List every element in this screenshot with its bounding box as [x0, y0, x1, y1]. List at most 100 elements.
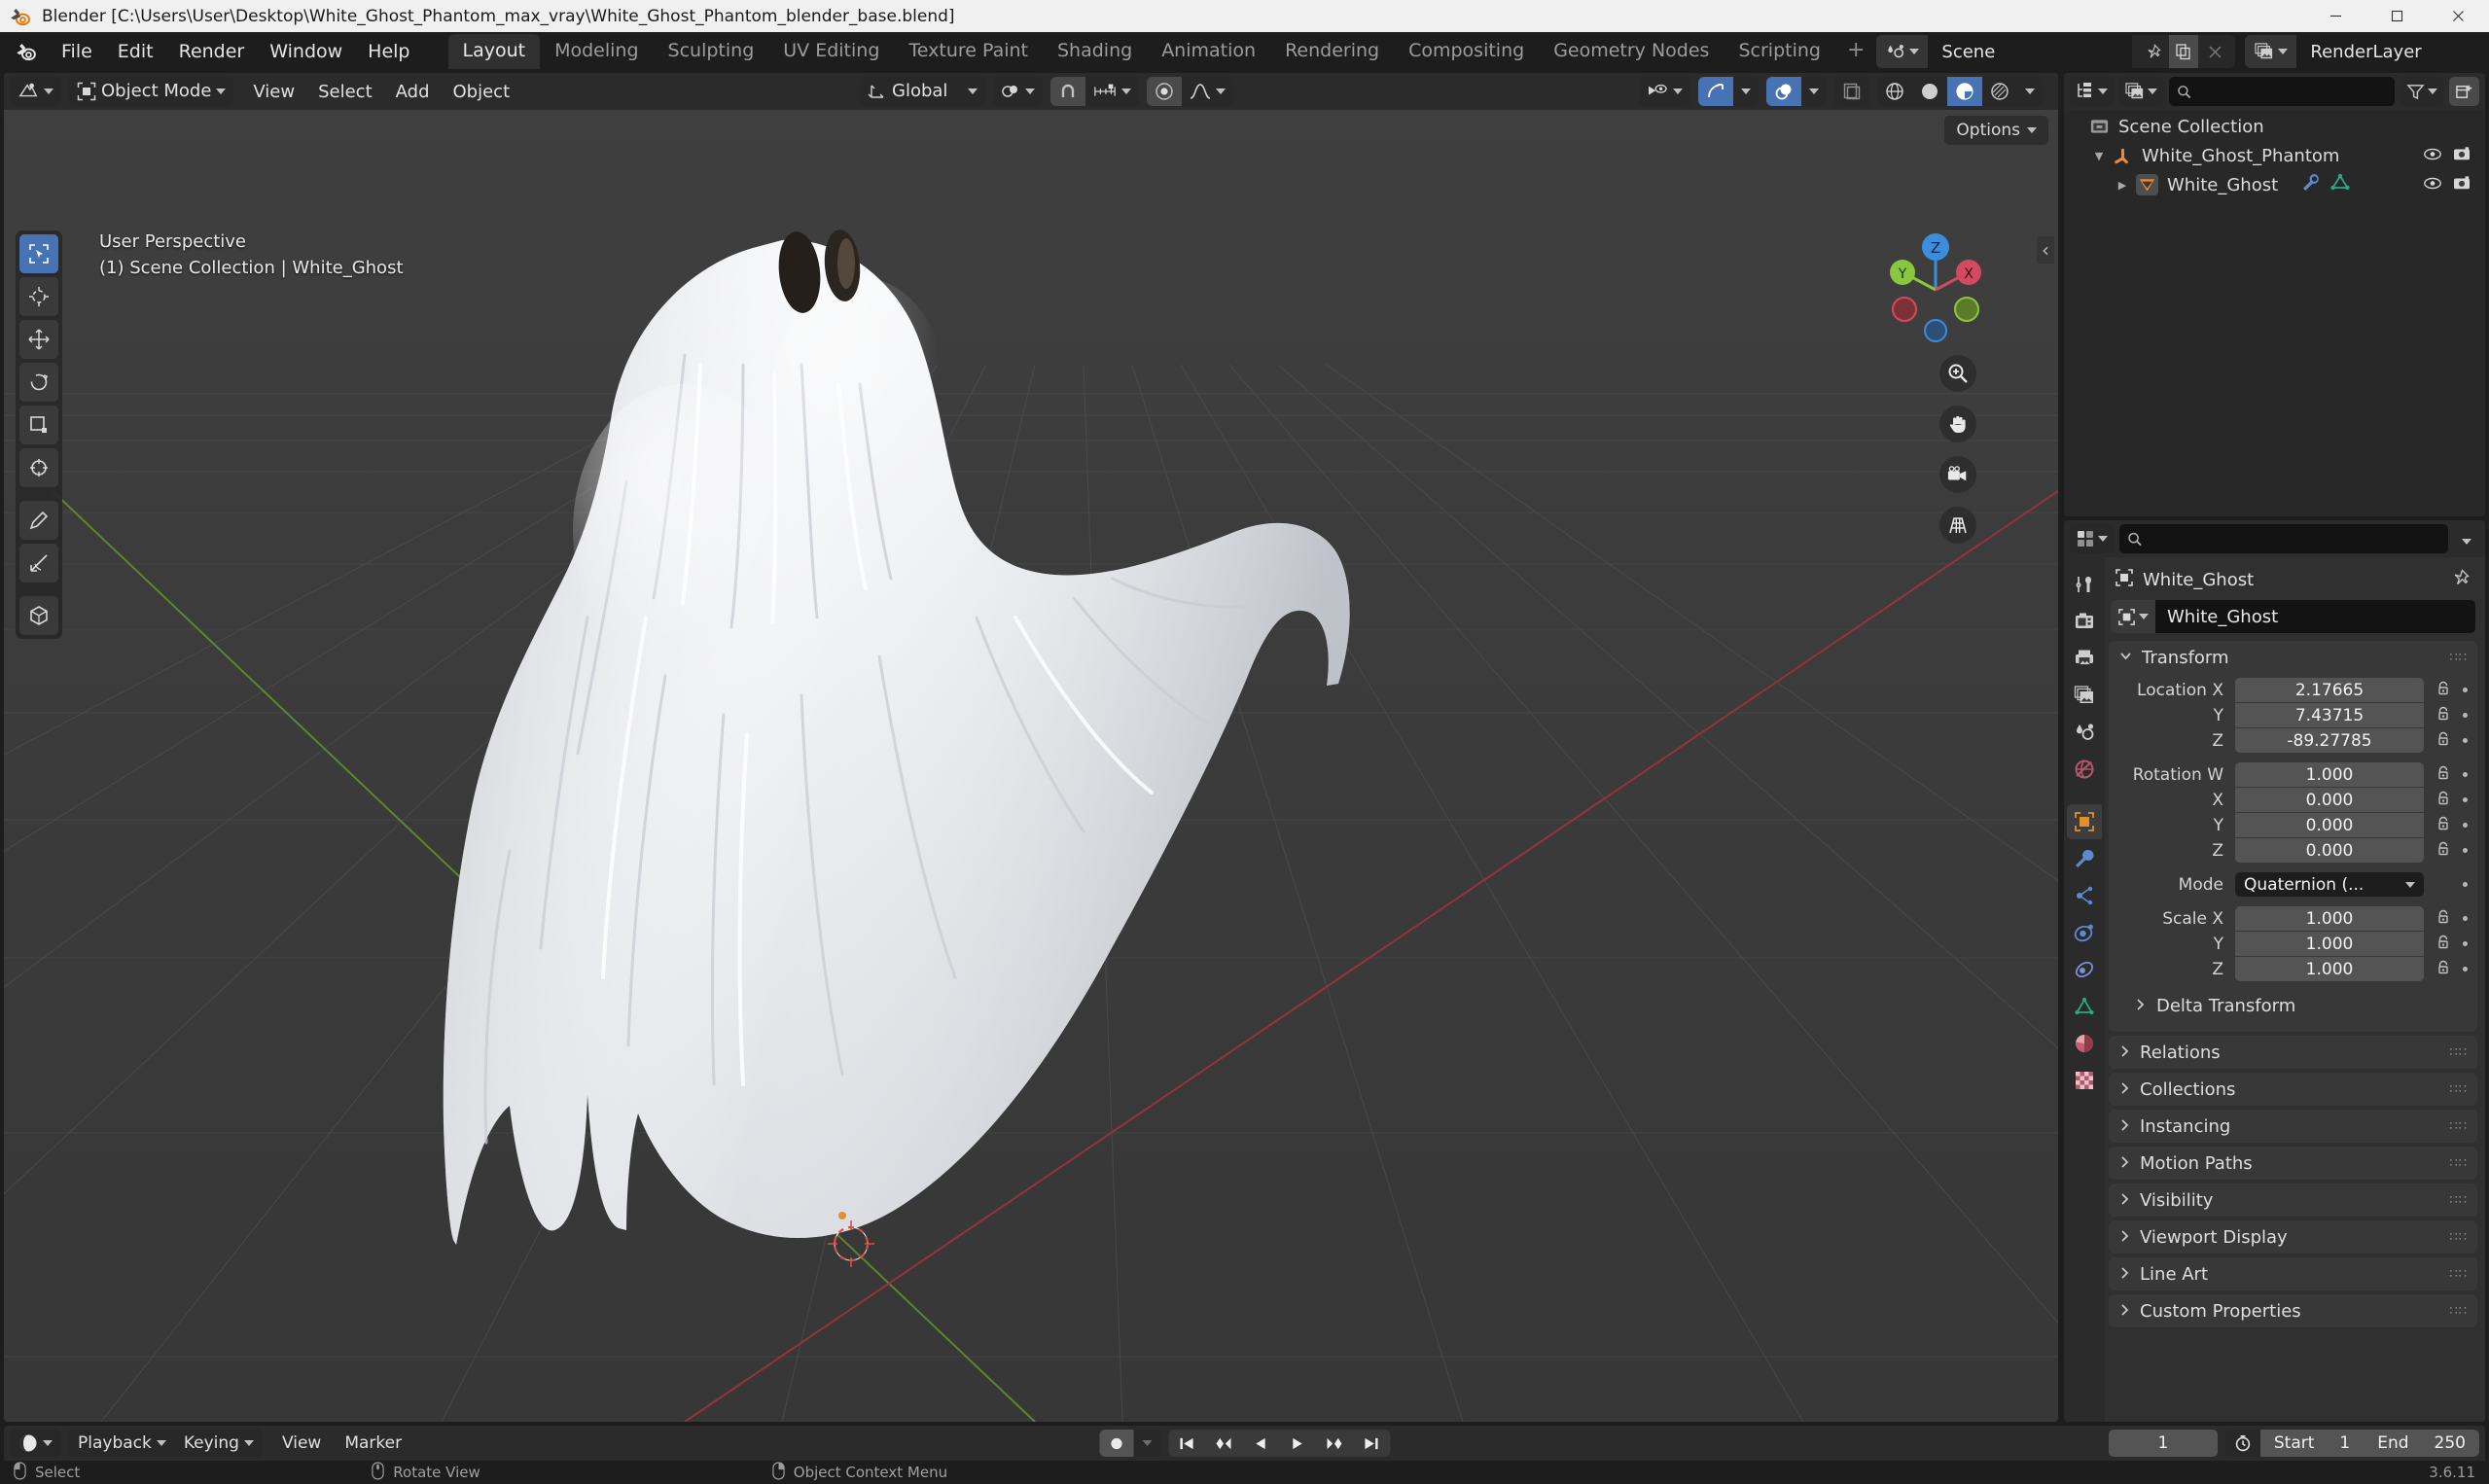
visibility-selector[interactable]: [1639, 77, 1690, 106]
minimize-button[interactable]: [2305, 0, 2366, 32]
disclosure-triangle-right-icon[interactable]: ▶: [2115, 179, 2130, 192]
outliner-row-scene-collection[interactable]: Scene Collection: [2064, 112, 2485, 141]
menu-help[interactable]: Help: [355, 38, 422, 66]
camera-render-visibility-icon[interactable]: [2452, 175, 2471, 195]
pan-hand-icon[interactable]: [1939, 406, 1976, 442]
panel-grip-icon[interactable]: ∷∷: [2449, 1045, 2468, 1060]
transform-panel-header[interactable]: Transform ∷∷: [2109, 641, 2477, 674]
scene-browse-icon[interactable]: [1876, 35, 1929, 68]
camera-view-icon[interactable]: [1939, 456, 1976, 493]
options-button[interactable]: Options: [1944, 116, 2048, 145]
xray-toggle-group[interactable]: [1834, 77, 1869, 106]
location-y-row[interactable]: Y 7.43715: [2118, 703, 2468, 727]
motion-paths-panel[interactable]: Motion Paths ∷∷: [2109, 1147, 2477, 1180]
particles-tab[interactable]: [2067, 878, 2102, 913]
view-layer-selector[interactable]: RenderLayer: [2245, 35, 2489, 68]
jump-to-start-icon[interactable]: [1168, 1430, 1205, 1457]
object-mode-button[interactable]: Object Mode: [69, 77, 233, 106]
overlay-toggle-group[interactable]: [1766, 77, 1827, 106]
sidebar-collapse-arrow-icon[interactable]: ‹: [2037, 236, 2054, 264]
chevron-right-icon[interactable]: [2118, 1117, 2131, 1136]
modifier-wrench-icon[interactable]: [2301, 173, 2321, 196]
editor-type-selector[interactable]: [10, 77, 61, 106]
tool-move[interactable]: [19, 320, 58, 359]
frame-end-field[interactable]: End 250: [2364, 1430, 2479, 1457]
outliner-display-mode-icon[interactable]: [2119, 77, 2163, 106]
visibility-panel[interactable]: Visibility ∷∷: [2109, 1184, 2477, 1217]
location-y-value[interactable]: 7.43715: [2235, 703, 2424, 727]
lock-scale-x-icon[interactable]: [2436, 909, 2451, 929]
scale-z-row[interactable]: Z 1.000: [2118, 957, 2468, 981]
lock-scale-z-icon[interactable]: [2436, 960, 2451, 979]
viewport-menu-object[interactable]: Object: [442, 77, 522, 107]
use-preview-range-icon[interactable]: [2225, 1430, 2260, 1457]
rotation-x-row[interactable]: X 0.000: [2118, 788, 2468, 812]
scale-x-row[interactable]: Scale X 1.000: [2118, 906, 2468, 931]
outliner-editor-type-icon[interactable]: [2070, 77, 2114, 106]
chevron-down-icon[interactable]: [2118, 649, 2133, 667]
animate-rotation-z-dot[interactable]: [2463, 848, 2468, 853]
rotation-y-row[interactable]: Y 0.000: [2118, 813, 2468, 837]
rotation-mode-dropdown[interactable]: Quaternion (...: [2235, 872, 2424, 897]
playback-menu[interactable]: Playback: [69, 1430, 175, 1457]
world-tab[interactable]: [2067, 752, 2102, 787]
disclosure-triangle-down-icon[interactable]: ▼: [2091, 150, 2107, 162]
animate-rotation-x-dot[interactable]: [2463, 797, 2468, 802]
animate-location-x-dot[interactable]: [2463, 688, 2468, 692]
lock-rotation-x-icon[interactable]: [2436, 791, 2451, 810]
tool-add-cube[interactable]: [19, 596, 58, 635]
scale-x-value[interactable]: 1.000: [2235, 906, 2424, 931]
rotation-x-value[interactable]: 0.000: [2235, 788, 2424, 812]
timeline-editor-type-icon[interactable]: [10, 1430, 61, 1457]
snap-magnet-icon[interactable]: [1050, 77, 1086, 106]
material-preview-shading-icon[interactable]: [1947, 77, 1982, 106]
viewport-menu-view[interactable]: View: [241, 77, 306, 107]
outliner-row-white-ghost[interactable]: ▶ White_Ghost: [2064, 170, 2485, 199]
object-name-field[interactable]: White_Ghost: [2111, 600, 2475, 633]
mesh-data-icon[interactable]: [2330, 173, 2350, 196]
lock-location-x-icon[interactable]: [2436, 681, 2451, 700]
physics-tab[interactable]: [2067, 915, 2102, 950]
properties-search-box[interactable]: [2119, 524, 2448, 553]
animate-location-y-dot[interactable]: [2463, 713, 2468, 718]
output-tab[interactable]: [2067, 641, 2102, 676]
chevron-right-icon[interactable]: [2118, 1265, 2131, 1284]
tab-shading[interactable]: Shading: [1043, 34, 1147, 69]
animate-location-z-dot[interactable]: [2463, 738, 2468, 743]
tab-rendering[interactable]: Rendering: [1270, 34, 1394, 69]
timeline-menu-view[interactable]: View: [270, 1430, 333, 1457]
zoom-icon[interactable]: [1939, 355, 1976, 392]
close-button[interactable]: [2428, 0, 2489, 32]
object-tab[interactable]: [2067, 804, 2102, 839]
wireframe-shading-icon[interactable]: [1877, 77, 1912, 106]
animate-scale-z-dot[interactable]: [2463, 967, 2468, 972]
auto-keying-record-icon[interactable]: [1099, 1430, 1133, 1457]
location-x-value[interactable]: 2.17665: [2235, 678, 2424, 702]
data-tab[interactable]: [2067, 989, 2102, 1024]
tab-scripting[interactable]: Scripting: [1724, 34, 1835, 69]
jump-to-end-icon[interactable]: [1353, 1430, 1390, 1457]
panel-grip-icon[interactable]: ∷∷: [2449, 651, 2468, 665]
panel-grip-icon[interactable]: ∷∷: [2449, 1082, 2468, 1097]
snapping-controls[interactable]: [1050, 77, 1140, 106]
tab-texture-paint[interactable]: Texture Paint: [894, 34, 1043, 69]
menu-file[interactable]: File: [49, 38, 105, 66]
proportional-editing-controls[interactable]: [1147, 77, 1234, 106]
lock-rotation-z-icon[interactable]: [2436, 841, 2451, 861]
scene-selector[interactable]: Scene: [1876, 35, 2236, 68]
show-gizmo-icon[interactable]: [1698, 77, 1733, 106]
chevron-right-icon[interactable]: [2118, 1302, 2131, 1321]
line-art-panel[interactable]: Line Art ∷∷: [2109, 1257, 2477, 1290]
snap-increment-icon[interactable]: [1085, 77, 1139, 106]
tool-scale[interactable]: [19, 406, 58, 444]
object-mode-selector[interactable]: Object Mode: [69, 77, 234, 106]
tab-geometry-nodes[interactable]: Geometry Nodes: [1539, 34, 1724, 69]
ortho-persp-icon[interactable]: [1939, 507, 1976, 544]
panel-grip-icon[interactable]: ∷∷: [2449, 1119, 2468, 1134]
gizmo-dropdown-icon[interactable]: [1733, 77, 1759, 106]
material-tab[interactable]: [2067, 1026, 2102, 1061]
lock-scale-y-icon[interactable]: [2436, 935, 2451, 954]
rotation-w-row[interactable]: Rotation W 1.000: [2118, 762, 2468, 787]
panel-grip-icon[interactable]: ∷∷: [2449, 1304, 2468, 1319]
panel-grip-icon[interactable]: ∷∷: [2449, 1156, 2468, 1171]
